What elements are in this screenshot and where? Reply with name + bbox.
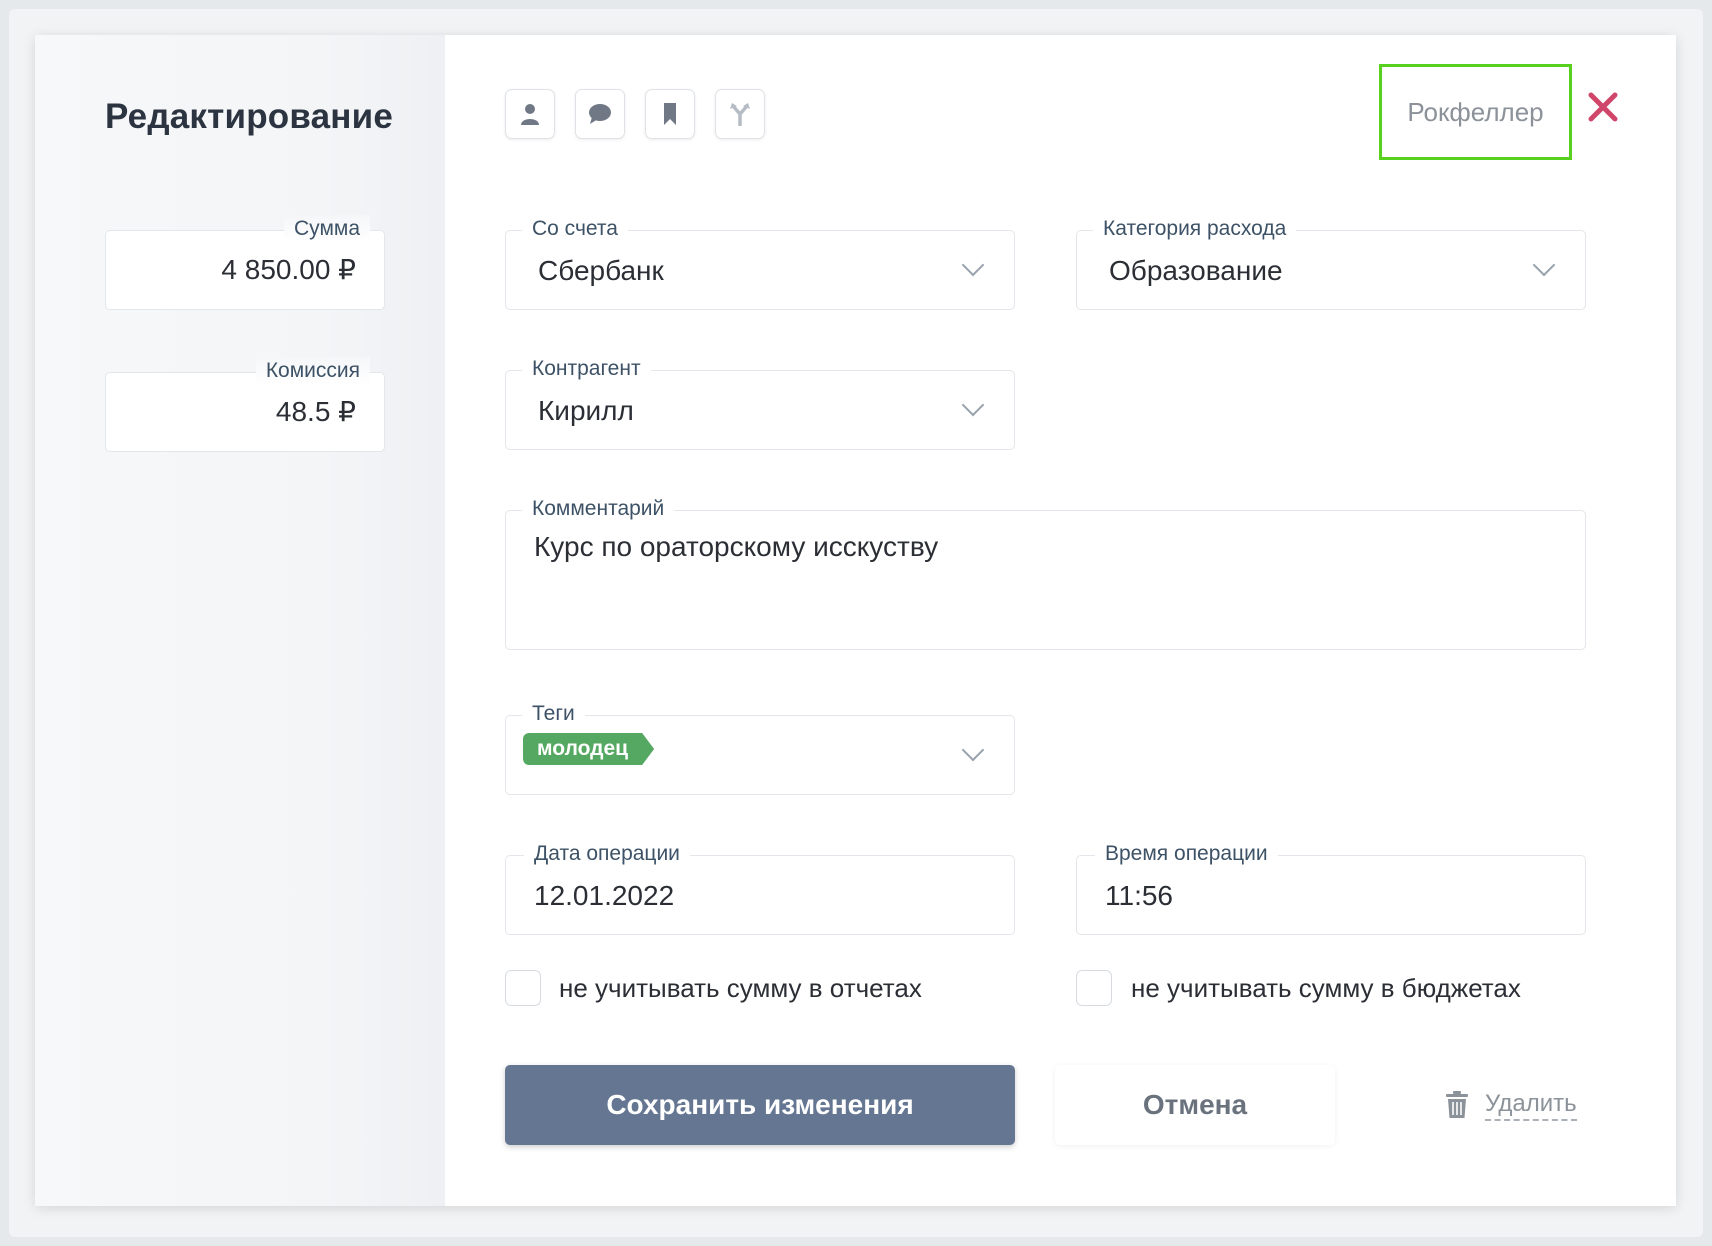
edit-transaction-dialog: Редактирование Сумма 4 850.00 ₽ Комиссия… xyxy=(35,35,1676,1206)
counterparty-value: Кирилл xyxy=(538,395,634,426)
bookmark-button[interactable] xyxy=(645,89,695,139)
exclude-reports-checkbox[interactable] xyxy=(505,970,541,1006)
chevron-down-icon xyxy=(961,393,985,417)
account-select[interactable]: Со счета Сбербанк xyxy=(505,215,1015,310)
split-icon xyxy=(730,103,750,126)
amount-field[interactable]: Сумма 4 850.00 ₽ xyxy=(105,215,385,310)
save-button[interactable]: Сохранить изменения xyxy=(505,1065,1015,1145)
date-value: 12.01.2022 xyxy=(534,880,675,911)
split-button[interactable] xyxy=(715,89,765,139)
dialog-title: Редактирование xyxy=(105,97,393,136)
tag-chip[interactable]: молодец xyxy=(523,733,654,765)
tags-label: Теги xyxy=(522,700,585,728)
account-value: Сбербанк xyxy=(538,255,664,286)
bookmark-icon xyxy=(664,103,676,125)
comment-label: Комментарий xyxy=(522,495,675,523)
trash-icon xyxy=(1446,1091,1468,1118)
commission-value: 48.5 ₽ xyxy=(275,396,356,427)
cancel-button[interactable]: Отмена xyxy=(1055,1065,1335,1145)
category-value: Образование xyxy=(1109,255,1283,286)
left-panel: Редактирование Сумма 4 850.00 ₽ Комиссия… xyxy=(35,35,445,1206)
amount-value: 4 850.00 ₽ xyxy=(221,254,356,285)
category-label: Категория расхода xyxy=(1093,215,1297,243)
owner-name[interactable]: Рокфеллер xyxy=(1379,64,1572,160)
commission-field[interactable]: Комиссия 48.5 ₽ xyxy=(105,357,385,452)
close-icon[interactable] xyxy=(1583,87,1623,127)
time-field[interactable]: Время операции 11:56 xyxy=(1076,840,1586,935)
exclude-reports-label: не учитывать сумму в отчетах xyxy=(559,973,922,1003)
account-label: Со счета xyxy=(522,215,628,243)
delete-label: Удалить xyxy=(1485,1089,1577,1121)
tags-select[interactable]: Теги молодец xyxy=(505,700,1015,795)
comment-button[interactable] xyxy=(575,89,625,139)
comment-value: Курс по ораторскому исскуству xyxy=(534,531,939,562)
chevron-down-icon xyxy=(961,738,985,762)
user-button[interactable] xyxy=(505,89,555,139)
comment-textarea[interactable]: Комментарий Курс по ораторскому исскуств… xyxy=(505,495,1586,650)
counterparty-select[interactable]: Контрагент Кирилл xyxy=(505,355,1015,450)
user-icon xyxy=(521,104,539,125)
delete-button[interactable]: Удалить xyxy=(1445,1085,1577,1125)
comment-icon xyxy=(589,104,611,124)
time-label: Время операции xyxy=(1095,840,1278,868)
exclude-budgets-label: не учитывать сумму в бюджетах xyxy=(1131,973,1521,1003)
time-value: 11:56 xyxy=(1105,880,1173,911)
counterparty-label: Контрагент xyxy=(522,355,651,383)
exclude-budgets-checkbox[interactable] xyxy=(1076,970,1112,1006)
category-select[interactable]: Категория расхода Образование xyxy=(1076,215,1586,310)
chevron-down-icon xyxy=(1532,253,1556,277)
commission-label: Комиссия xyxy=(255,357,370,385)
date-field[interactable]: Дата операции 12.01.2022 xyxy=(505,840,1015,935)
amount-label: Сумма xyxy=(284,215,370,243)
chevron-down-icon xyxy=(961,253,985,277)
date-label: Дата операции xyxy=(524,840,690,868)
